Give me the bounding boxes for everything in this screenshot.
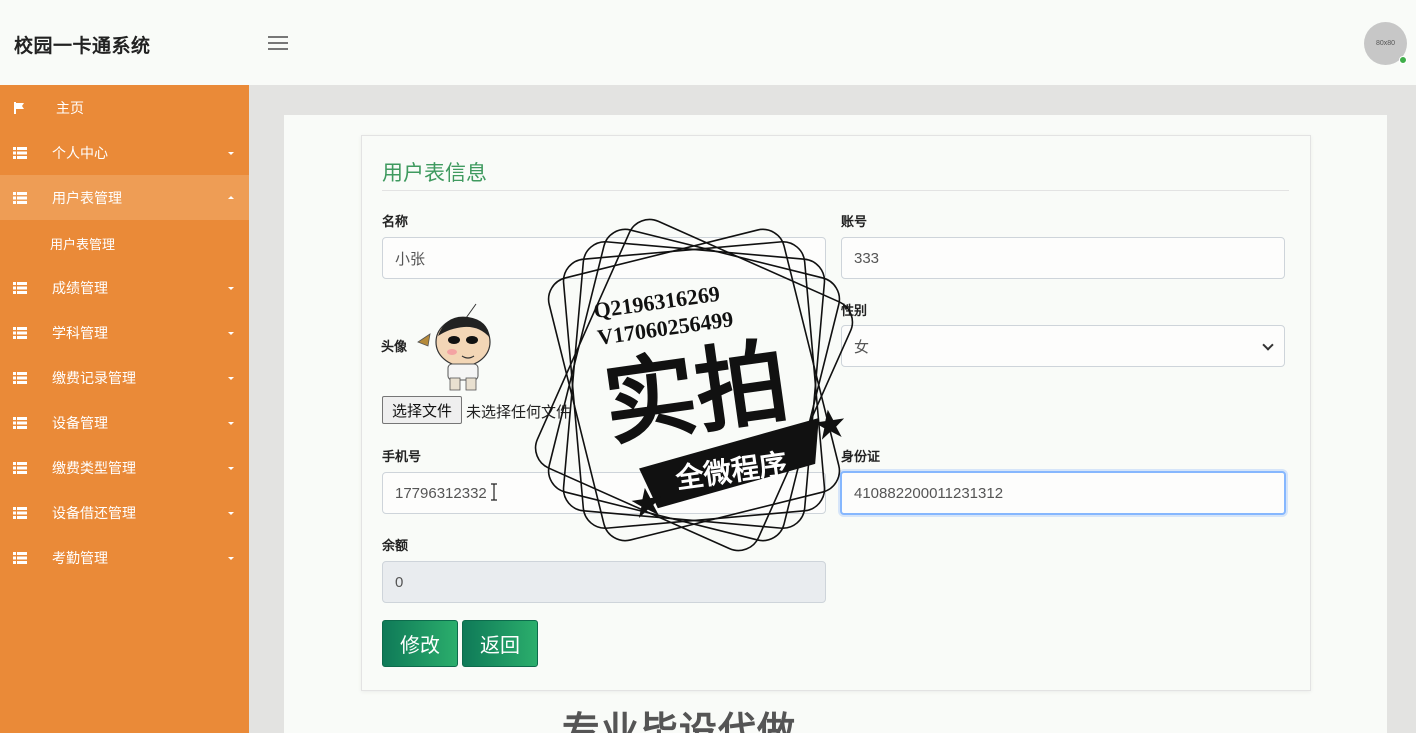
sidebar-item-personal-center[interactable]: 个人中心 [0,130,249,175]
account-field[interactable]: 333 [841,237,1285,279]
back-button[interactable]: 返回 [462,620,538,667]
avatar[interactable]: 80x80 [1364,22,1407,65]
edit-button[interactable]: 修改 [382,620,458,667]
sidebar: 主页 个人中心 用户表管理 用户表管理 成绩管理 学科管理 缴费记录管理 设备管… [0,85,249,733]
chevron-up-icon [228,195,234,199]
sidebar-item-home[interactable]: 主页 [0,85,249,130]
sidebar-item-label: 设备管理 [52,414,108,431]
sidebar-item-devices[interactable]: 设备管理 [0,400,249,445]
balance-label: 余额 [382,538,409,553]
sidebar-item-user-table[interactable]: 用户表管理 [0,175,249,220]
sidebar-item-label: 缴费记录管理 [52,369,136,386]
chevron-down-icon [228,376,234,380]
phone-value: 17796312332 [395,484,487,502]
flag-icon [14,101,24,114]
avatar-image [417,303,491,391]
sidebar-item-subjects[interactable]: 学科管理 [0,310,249,355]
grid-icon [13,281,27,294]
choose-file-button[interactable]: 选择文件 [382,396,462,424]
chevron-down-icon [228,556,234,560]
grid-icon [13,371,27,384]
chevron-down-icon [228,466,234,470]
grid-icon [13,146,27,159]
chevron-down-icon [1262,339,1274,351]
grid-icon [13,551,27,564]
menu-toggle-icon[interactable] [268,36,288,50]
grid-icon [13,506,27,519]
sidebar-item-payment-records[interactable]: 缴费记录管理 [0,355,249,400]
grid-icon [13,461,27,474]
idcard-value: 410882200011231312 [854,484,1004,502]
chevron-down-icon [228,331,234,335]
top-header: 校园一卡通系统 80x80 [0,0,1416,85]
text-cursor-icon [491,483,497,501]
sidebar-item-label: 主页 [56,99,84,116]
balance-value: 0 [395,573,404,591]
app-title: 校园一卡通系统 [14,36,151,57]
avatar-placeholder-text: 80x80 [1375,40,1396,47]
grid-icon [13,191,27,204]
gender-value: 女 [854,338,870,356]
gender-select[interactable]: 女 [841,325,1285,367]
sidebar-item-payment-types[interactable]: 缴费类型管理 [0,445,249,490]
grid-icon [13,416,27,429]
watermark-bottom-text: 专业毕设代做 [562,711,797,733]
sidebar-item-grades[interactable]: 成绩管理 [0,265,249,310]
sidebar-item-label: 成绩管理 [52,279,108,296]
sidebar-item-label: 个人中心 [52,144,108,161]
chevron-down-icon [228,286,234,290]
name-label: 名称 [382,214,409,229]
sidebar-item-label: 考勤管理 [52,549,108,566]
chevron-down-icon [228,511,234,515]
sidebar-item-device-loans[interactable]: 设备借还管理 [0,490,249,535]
divider [382,190,1289,191]
chevron-down-icon [228,151,234,155]
account-value: 333 [854,249,880,267]
sidebar-item-label: 用户表管理 [52,189,122,206]
chevron-down-icon [228,421,234,425]
sidebar-item-label: 设备借还管理 [52,504,136,521]
online-status-dot [1399,56,1407,64]
sidebar-item-attendance[interactable]: 考勤管理 [0,535,249,580]
sidebar-subitem-user-table[interactable]: 用户表管理 [50,234,115,253]
phone-label: 手机号 [382,449,422,464]
balance-field: 0 [382,561,826,603]
grid-icon [13,326,27,339]
watermark-stamp: Q2196316269 V17060256499 实拍 全微程序 [534,218,854,552]
sidebar-item-label: 学科管理 [52,324,108,341]
avatar-label: 头像 [381,339,408,354]
idcard-field[interactable]: 410882200011231312 [840,471,1286,515]
name-value: 小张 [395,250,426,268]
sidebar-item-label: 缴费类型管理 [52,459,136,476]
page-title: 用户表信息 [382,162,487,185]
